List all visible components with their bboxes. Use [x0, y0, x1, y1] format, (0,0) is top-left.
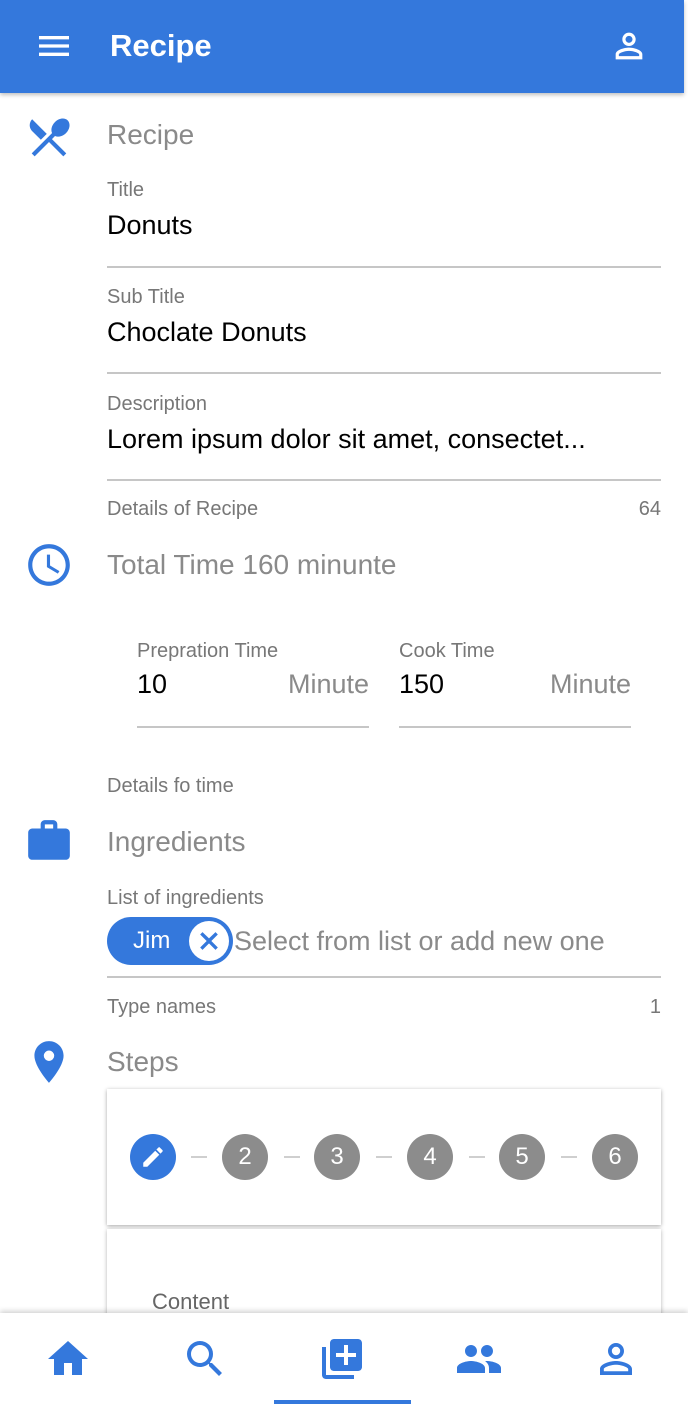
- ingredients-list-label: List of ingredients: [107, 887, 264, 909]
- ingredients-helper-text: Type names: [107, 996, 216, 1018]
- step-connector: [469, 1156, 485, 1158]
- step-connector: [191, 1156, 207, 1158]
- pencil-icon: [143, 1147, 163, 1167]
- step-connector: [284, 1156, 300, 1158]
- title-field-value[interactable]: Donuts: [107, 208, 661, 242]
- cook-time-label: Cook Time: [399, 640, 495, 662]
- close-icon: [200, 932, 218, 950]
- account-icon: [615, 32, 643, 60]
- cook-time-value[interactable]: 150: [399, 667, 444, 701]
- chip-remove-button[interactable]: [189, 921, 229, 961]
- subtitle-field-value[interactable]: Choclate Donuts: [107, 315, 661, 349]
- account-button[interactable]: [609, 26, 649, 66]
- preparation-time-suffix: Minute: [287, 669, 369, 699]
- steps-section-title: Steps: [107, 1046, 179, 1077]
- nav-search[interactable]: [137, 1313, 274, 1404]
- recipe-section-title: Recipe: [107, 119, 195, 150]
- ingredients-search-input[interactable]: [234, 921, 609, 961]
- step-connector: [376, 1156, 392, 1158]
- time-helper-text: Details fo time: [107, 775, 234, 797]
- step-1-edit[interactable]: [130, 1134, 176, 1180]
- briefcase-icon: [24, 816, 74, 866]
- ingredient-chip[interactable]: Jim: [107, 917, 233, 965]
- title-field[interactable]: Title Donuts: [107, 178, 661, 268]
- ingredients-section-title: Ingredients: [107, 826, 246, 857]
- preparation-time-value[interactable]: 10: [137, 667, 167, 701]
- nav-home[interactable]: [0, 1313, 137, 1404]
- preparation-time-field[interactable]: Prepration Time 10 Minute: [137, 639, 369, 728]
- subtitle-field-label: Sub Title: [107, 286, 185, 308]
- bottom-navigation: [0, 1313, 688, 1404]
- nav-profile[interactable]: [548, 1313, 685, 1404]
- cook-time-field[interactable]: Cook Time 150 Minute: [399, 639, 631, 728]
- title-field-label: Title: [107, 179, 145, 201]
- step-content-label: Content: [152, 1289, 230, 1314]
- ingredients-chip-input[interactable]: Jim: [107, 914, 661, 978]
- recipe-helper-text: Details of Recipe: [107, 498, 259, 520]
- menu-button[interactable]: [34, 26, 74, 66]
- step-5[interactable]: 5: [499, 1134, 545, 1180]
- restaurant-icon: [24, 112, 74, 162]
- step-2[interactable]: 2: [222, 1134, 268, 1180]
- home-icon: [48, 1341, 88, 1375]
- ingredient-chip-label: Jim: [133, 927, 171, 954]
- app-bar: Recipe: [0, 0, 684, 93]
- description-field-value[interactable]: Lorem ipsum dolor sit amet, consectet...: [107, 422, 661, 456]
- stepper: 2 3 4 5 6: [107, 1089, 661, 1225]
- app-title: Recipe: [110, 28, 212, 63]
- add-box-icon: [322, 1339, 362, 1379]
- ingredients-counter: 1: [649, 996, 661, 1018]
- step-3[interactable]: 3: [314, 1134, 360, 1180]
- step-4[interactable]: 4: [407, 1134, 453, 1180]
- search-icon: [187, 1341, 222, 1376]
- description-field[interactable]: Description Lorem ipsum dolor sit amet, …: [107, 392, 661, 481]
- nav-add-recipe[interactable]: [274, 1313, 411, 1404]
- time-section-title: Total Time 160 minunte: [107, 549, 397, 580]
- account-icon: [600, 1343, 632, 1375]
- cook-time-suffix: Minute: [549, 669, 631, 699]
- group-icon: [457, 1345, 501, 1373]
- description-field-label: Description: [107, 393, 208, 415]
- nav-community[interactable]: [411, 1313, 548, 1404]
- menu-icon: [39, 36, 69, 56]
- subtitle-field[interactable]: Sub Title Choclate Donuts: [107, 285, 661, 374]
- clock-icon: [24, 540, 74, 590]
- location-pin-icon: [24, 1037, 74, 1087]
- step-6[interactable]: 6: [592, 1134, 638, 1180]
- step-connector: [561, 1156, 577, 1158]
- preparation-time-label: Prepration Time: [137, 640, 279, 662]
- recipe-char-counter: 64: [638, 498, 661, 520]
- nav-active-indicator: [274, 1400, 411, 1404]
